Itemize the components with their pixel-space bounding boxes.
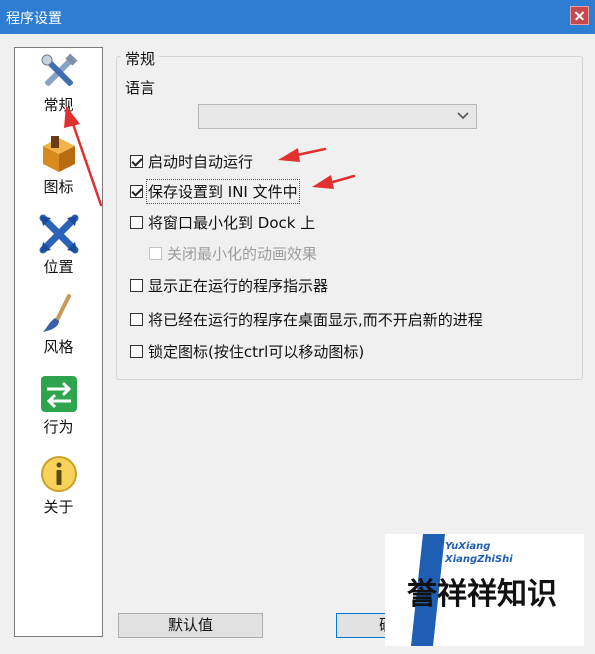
- watermark-line1: YuXiang: [445, 541, 490, 552]
- watermark-line2: XiangZhiShi: [444, 554, 513, 565]
- watermark-logo: YuXiang XiangZhiShi 誉祥祥知识: [385, 534, 584, 646]
- watermark-brand: 誉祥祥知识: [407, 577, 557, 612]
- brand-logo-icon: YuXiang XiangZhiShi 誉祥祥知识: [407, 534, 557, 646]
